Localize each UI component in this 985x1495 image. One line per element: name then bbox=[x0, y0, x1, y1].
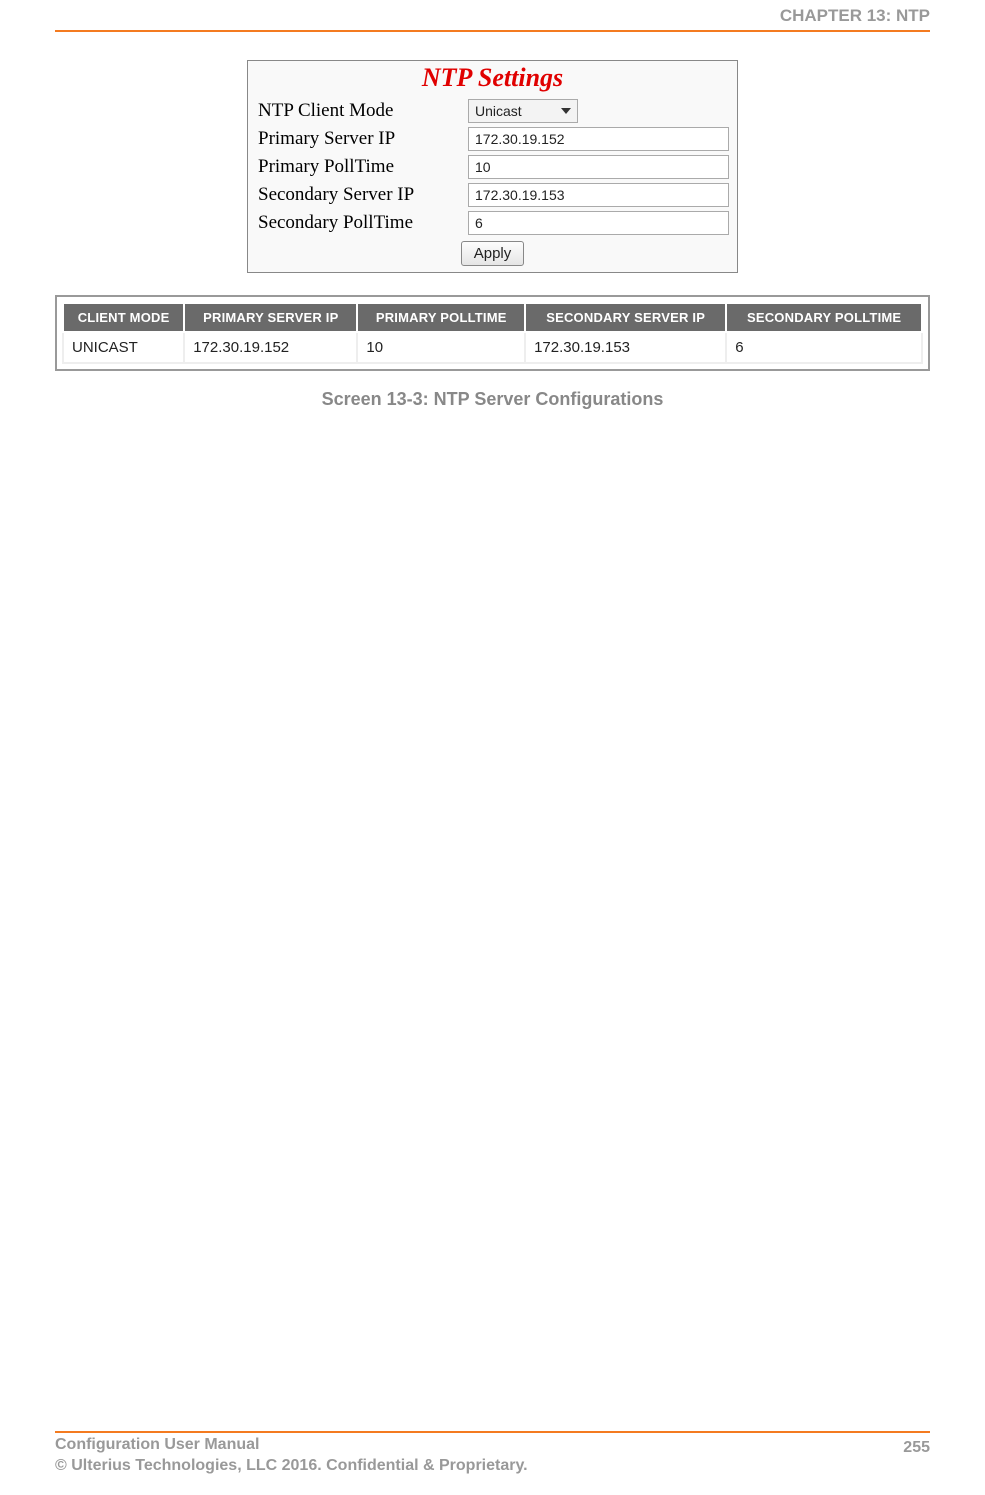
row-secondary-ip: Secondary Server IP bbox=[248, 181, 737, 209]
input-secondary-ip[interactable] bbox=[468, 183, 729, 207]
label-secondary-ip: Secondary Server IP bbox=[258, 184, 468, 206]
th-secondary-polltime: SECONDARY POLLTIME bbox=[726, 303, 922, 332]
chevron-down-icon bbox=[561, 108, 571, 114]
td-client-mode: UNICAST bbox=[63, 332, 184, 363]
row-primary-poll: Primary PollTime bbox=[248, 153, 737, 181]
label-client-mode: NTP Client Mode bbox=[258, 100, 468, 122]
th-client-mode: CLIENT MODE bbox=[63, 303, 184, 332]
input-primary-poll[interactable] bbox=[468, 155, 729, 179]
input-secondary-poll[interactable] bbox=[468, 211, 729, 235]
td-secondary-polltime: 6 bbox=[726, 332, 922, 363]
footer-copyright: © Ulterius Technologies, LLC 2016. Confi… bbox=[55, 1455, 528, 1477]
ntp-settings-title: NTP Settings bbox=[248, 61, 737, 97]
row-secondary-poll: Secondary PollTime bbox=[248, 209, 737, 237]
figure-caption: Screen 13-3: NTP Server Configurations bbox=[55, 389, 930, 410]
footer-rule bbox=[55, 1431, 930, 1433]
td-primary-ip: 172.30.19.152 bbox=[184, 332, 357, 363]
th-secondary-ip: SECONDARY SERVER IP bbox=[525, 303, 726, 332]
ntp-settings-panel: NTP Settings NTP Client Mode Unicast Pri… bbox=[247, 60, 738, 273]
select-client-mode[interactable]: Unicast bbox=[468, 99, 578, 123]
ntp-table-frame: CLIENT MODE PRIMARY SERVER IP PRIMARY PO… bbox=[55, 295, 930, 371]
label-primary-poll: Primary PollTime bbox=[258, 156, 468, 178]
ntp-table: CLIENT MODE PRIMARY SERVER IP PRIMARY PO… bbox=[62, 302, 923, 364]
select-client-mode-value: Unicast bbox=[475, 103, 522, 119]
label-primary-ip: Primary Server IP bbox=[258, 128, 468, 150]
th-primary-ip: PRIMARY SERVER IP bbox=[184, 303, 357, 332]
chapter-title: CHAPTER 13: NTP bbox=[780, 6, 930, 26]
row-client-mode: NTP Client Mode Unicast bbox=[248, 97, 737, 125]
td-secondary-ip: 172.30.19.153 bbox=[525, 332, 726, 363]
table-row: UNICAST 172.30.19.152 10 172.30.19.153 6 bbox=[63, 332, 922, 363]
td-primary-polltime: 10 bbox=[357, 332, 525, 363]
th-primary-polltime: PRIMARY POLLTIME bbox=[357, 303, 525, 332]
input-primary-ip[interactable] bbox=[468, 127, 729, 151]
apply-button[interactable]: Apply bbox=[461, 241, 525, 266]
row-primary-ip: Primary Server IP bbox=[248, 125, 737, 153]
footer-left: Configuration User Manual © Ulterius Tec… bbox=[55, 1434, 528, 1477]
header-rule bbox=[55, 30, 930, 32]
label-secondary-poll: Secondary PollTime bbox=[258, 212, 468, 234]
page-number: 255 bbox=[903, 1439, 930, 1457]
footer-manual-title: Configuration User Manual bbox=[55, 1434, 528, 1456]
